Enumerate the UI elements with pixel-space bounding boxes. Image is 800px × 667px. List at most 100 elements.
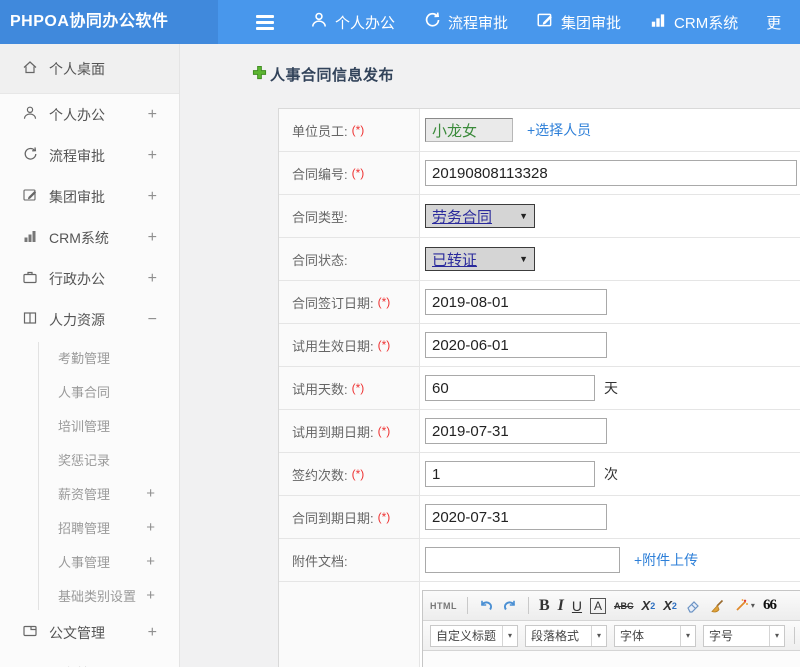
sidebar-subitem-attendance[interactable]: 考勤管理 xyxy=(0,340,179,374)
nav-crm-system[interactable]: CRM系统 xyxy=(649,11,738,33)
sidebar-item-admin-office[interactable]: 行政办公 + xyxy=(0,258,179,299)
sidebar: 个人桌面 个人办公 + 流程审批 + 集团审批 + CRM系统 + 行政办公 + xyxy=(0,44,180,667)
subscript-button[interactable]: X2 xyxy=(663,598,677,613)
sidebar-item-workflow-approval[interactable]: 流程审批 + xyxy=(0,135,179,176)
sidebar-subitem-personnel[interactable]: 人事管理 + xyxy=(0,544,179,578)
attachment-input[interactable] xyxy=(425,547,620,573)
field-label: 单位员工: xyxy=(292,121,348,140)
chevron-down-icon: ▼ xyxy=(519,254,528,264)
blockquote-button[interactable]: 66 xyxy=(763,597,776,614)
broom-icon[interactable] xyxy=(709,598,725,614)
sidebar-item-human-resources[interactable]: 人力资源 − xyxy=(0,299,179,340)
contract-form: 单位员工: (*) 小龙女 +选择人员 合同编号: (*) xyxy=(278,108,800,667)
form-row-contract-end-date: 合同到期日期: (*) xyxy=(279,496,800,539)
nav-personal-office[interactable]: 个人办公 xyxy=(310,11,395,33)
sidebar-item-vehicle-management[interactable]: 用车管理 + xyxy=(0,653,179,667)
person-icon xyxy=(310,11,328,33)
toolbar-separator xyxy=(794,627,795,644)
underline-button[interactable]: U xyxy=(572,598,582,614)
app-logo: PHPOA协同办公软件 xyxy=(0,0,218,44)
menu-toggle-icon[interactable] xyxy=(256,15,274,30)
sign-date-input[interactable] xyxy=(425,289,607,315)
editor-toolbar-row1: HTML B I U A ABC X2 X2 xyxy=(423,591,800,621)
required-mark: (*) xyxy=(378,510,391,524)
field-label: 试用到期日期: xyxy=(292,422,374,441)
font-size-combo[interactable]: 字号 ▾ xyxy=(703,625,785,647)
top-header: PHPOA协同办公软件 个人办公 流程审批 集团审批 CRM系统 更 xyxy=(0,0,800,44)
home-icon xyxy=(22,59,49,78)
trial-start-date-input[interactable] xyxy=(425,332,607,358)
field-label: 合同类型: xyxy=(292,207,348,226)
sidebar-item-personal-office[interactable]: 个人办公 + xyxy=(0,94,179,135)
form-row-contract-type: 合同类型: 劳务合同 ▼ xyxy=(279,195,800,238)
html-source-button[interactable]: HTML xyxy=(430,601,457,611)
sidebar-subitem-training[interactable]: 培训管理 xyxy=(0,408,179,442)
italic-button[interactable]: I xyxy=(558,597,564,615)
required-mark: (*) xyxy=(352,123,365,137)
strikethrough-button[interactable]: ABC xyxy=(614,601,634,611)
nav-group-approval[interactable]: 集团审批 xyxy=(536,11,621,33)
attachment-upload-link[interactable]: +附件上传 xyxy=(634,550,698,570)
toolbar-separator xyxy=(528,597,529,614)
superscript-button[interactable]: X2 xyxy=(642,598,656,613)
top-navigation: 个人办公 流程审批 集团审批 CRM系统 更 xyxy=(310,11,781,33)
trial-days-input[interactable] xyxy=(425,375,595,401)
sidebar-subitem-hr-contract[interactable]: 人事合同 xyxy=(0,374,179,408)
field-label: 试用天数: xyxy=(292,379,348,398)
field-label: 合同签订日期: xyxy=(292,293,374,312)
contract-status-select[interactable]: 已转证 ▼ xyxy=(425,247,535,271)
sidebar-item-group-approval[interactable]: 集团审批 + xyxy=(0,176,179,217)
form-row-content-editor: HTML B I U A ABC X2 X2 xyxy=(279,582,800,667)
unit-times: 次 xyxy=(604,464,618,484)
edit-icon xyxy=(536,11,554,33)
paragraph-format-combo[interactable]: 段落格式 ▾ xyxy=(525,625,607,647)
editor-toolbar-row2: 自定义标题 ▾ 段落格式 ▾ 字体 ▾ xyxy=(423,621,800,651)
chevron-down-icon: ▾ xyxy=(769,626,784,646)
bold-button[interactable]: B xyxy=(539,597,550,615)
wand-icon[interactable]: ▾ xyxy=(733,598,755,614)
bar-chart-icon xyxy=(22,228,49,247)
field-label: 签约次数: xyxy=(292,465,348,484)
employee-field[interactable]: 小龙女 xyxy=(425,118,513,142)
sidebar-subitem-salary[interactable]: 薪资管理 + xyxy=(0,476,179,510)
field-label: 试用生效日期: xyxy=(292,336,374,355)
undo-icon[interactable] xyxy=(478,598,494,614)
form-row-sign-count: 签约次数: (*) 次 xyxy=(279,453,800,496)
eraser-icon[interactable] xyxy=(685,598,701,614)
redo-icon[interactable] xyxy=(502,598,518,614)
bar-chart-icon xyxy=(649,11,667,33)
sidebar-subitem-base-category[interactable]: 基础类别设置 + xyxy=(0,578,179,612)
sidebar-item-crm-system[interactable]: CRM系统 + xyxy=(0,217,179,258)
form-row-trial-start-date: 试用生效日期: (*) xyxy=(279,324,800,367)
editor-content-area[interactable] xyxy=(423,651,800,667)
form-row-sign-date: 合同签订日期: (*) xyxy=(279,281,800,324)
sidebar-subitem-recruitment[interactable]: 招聘管理 + xyxy=(0,510,179,544)
custom-title-combo[interactable]: 自定义标题 ▾ xyxy=(430,625,518,647)
toolbar-separator xyxy=(467,597,468,614)
select-person-link[interactable]: +选择人员 xyxy=(527,120,591,140)
briefcase-icon xyxy=(22,269,49,288)
contract-number-input[interactable] xyxy=(425,160,797,186)
font-color-button[interactable]: A xyxy=(590,598,606,614)
sidebar-subitem-rewards[interactable]: 奖惩记录 xyxy=(0,442,179,476)
contract-type-select[interactable]: 劳务合同 ▼ xyxy=(425,204,535,228)
font-family-combo[interactable]: 字体 ▾ xyxy=(614,625,696,647)
app-window: PHPOA协同办公软件 个人办公 流程审批 集团审批 CRM系统 更 xyxy=(0,0,800,667)
required-mark: (*) xyxy=(378,424,391,438)
page-title: 人事合同信息发布 xyxy=(252,64,394,85)
chevron-down-icon: ▾ xyxy=(680,626,695,646)
chevron-down-icon: ▾ xyxy=(751,601,755,610)
form-row-attachment: 附件文档: +附件上传 xyxy=(279,539,800,582)
required-mark: (*) xyxy=(352,467,365,481)
sidebar-item-official-docs[interactable]: 公文管理 + xyxy=(0,612,179,653)
nav-more[interactable]: 更 xyxy=(766,12,781,33)
nav-workflow-approval[interactable]: 流程审批 xyxy=(423,11,508,33)
sidebar-item-personal-desktop[interactable]: 个人桌面 xyxy=(0,44,179,94)
sign-count-input[interactable] xyxy=(425,461,595,487)
form-row-trial-days: 试用天数: (*) 天 xyxy=(279,367,800,410)
required-mark: (*) xyxy=(352,166,365,180)
trial-end-date-input[interactable] xyxy=(425,418,607,444)
plus-icon xyxy=(252,65,267,85)
contract-end-date-input[interactable] xyxy=(425,504,607,530)
chevron-down-icon: ▼ xyxy=(519,211,528,221)
